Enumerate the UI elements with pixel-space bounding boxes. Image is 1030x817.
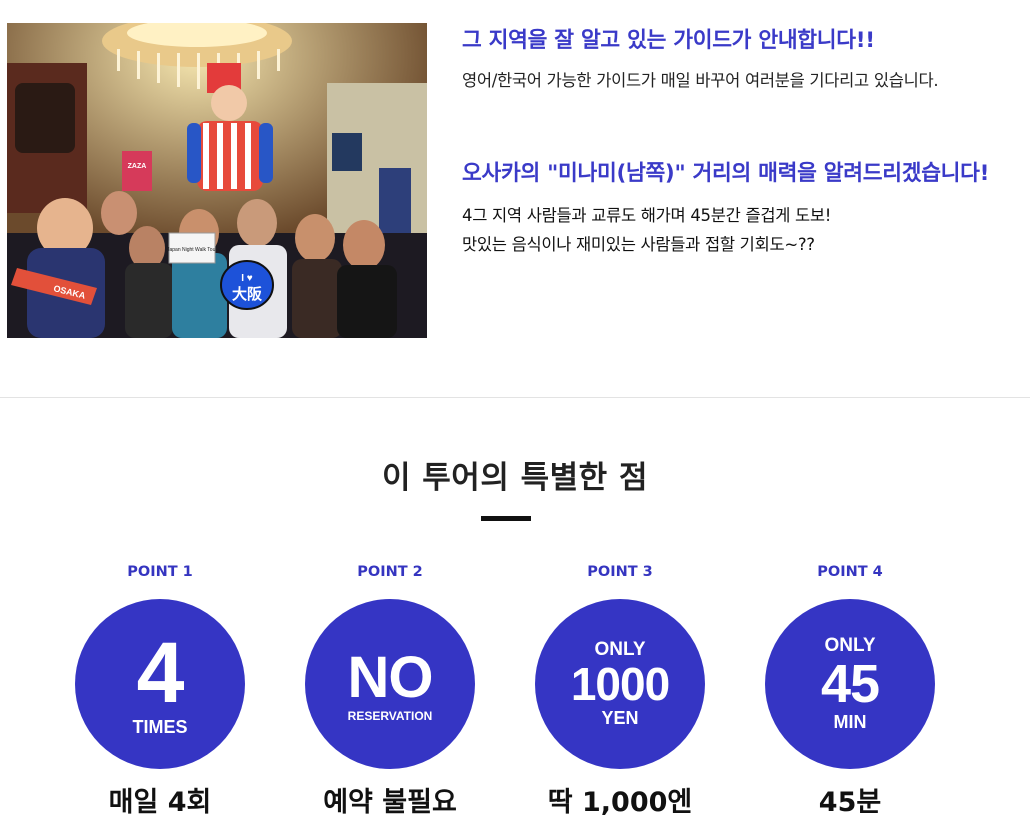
- point-badge: ONLY 45 MIN: [765, 599, 935, 769]
- point-badge-bottom: RESERVATION: [347, 709, 433, 723]
- point-label: POINT 4: [817, 564, 883, 580]
- intro-paragraph-guide: 영어/한국어 가능한 가이드가 매일 바꾸어 여러분을 기다리고 있습니다.: [462, 71, 939, 90]
- point-badge-bottom: MIN: [833, 712, 867, 732]
- tour-group-photo: I ♥ 大阪 Japan Night Walk Tour ZAZA OSAKA: [7, 23, 427, 338]
- point-badge-big: NO: [347, 645, 434, 710]
- point-label: POINT 2: [357, 564, 423, 580]
- intro-walk-line-1: 4그 지역 사람들과 교류도 해가며 45분간 즐겁게 도보!: [462, 206, 832, 225]
- intro-heading-minami: 오사카의 "미나미(남쪽)" 거리의 매력을 알려드리겠습니다!: [462, 161, 990, 186]
- point-caption: 딱 1,000엔: [547, 787, 693, 817]
- point-3: POINT 3 ONLY 1000 YEN 딱 1,000엔: [520, 560, 720, 817]
- point-label: POINT 3: [587, 564, 653, 580]
- point-badge: NO RESERVATION: [305, 599, 475, 769]
- point-badge-bottom: YEN: [601, 708, 639, 728]
- intro-section: 그 지역을 잘 알고 있는 가이드가 안내합니다!! 영어/한국어 가능한 가이…: [462, 24, 1010, 259]
- sign-i-love-text: I ♥: [241, 273, 253, 284]
- point-badge-big: 4: [136, 625, 185, 721]
- features-title: 이 투어의 특별한 점: [381, 460, 649, 496]
- point-caption: 매일 4회: [108, 787, 212, 817]
- intro-paragraph-walk: 4그 지역 사람들과 교류도 해가며 45분간 즐겁게 도보! 맛있는 음식이나…: [462, 201, 1010, 259]
- section-divider: [0, 397, 1030, 398]
- point-badge-big: 45: [820, 654, 880, 714]
- point-caption: 45분: [818, 787, 882, 817]
- sign-walk-tour-text: Japan Night Walk Tour: [167, 247, 217, 253]
- point-caption: 예약 불필요: [323, 787, 457, 817]
- sign-osaka-kanji: 大阪: [232, 285, 263, 303]
- point-badge-bottom: TIMES: [132, 717, 188, 737]
- intro-heading-guide: 그 지역을 잘 알고 있는 가이드가 안내합니다!!: [462, 28, 875, 53]
- sign-zaza-text: ZAZA: [128, 163, 147, 170]
- point-label: POINT 1: [127, 564, 193, 580]
- point-1: POINT 1 4 TIMES 매일 4회: [60, 560, 260, 817]
- point-badge: ONLY 1000 YEN: [535, 599, 705, 769]
- title-underline: [481, 516, 531, 521]
- point-2: POINT 2 NO RESERVATION 예약 불필요: [290, 560, 490, 817]
- intro-walk-line-2: 맛있는 음식이나 재미있는 사람들과 접할 기회도~??: [462, 235, 815, 254]
- point-4: POINT 4 ONLY 45 MIN 45분: [750, 560, 950, 817]
- point-badge-big: 1000: [570, 658, 670, 710]
- point-badge: 4 TIMES: [75, 599, 245, 769]
